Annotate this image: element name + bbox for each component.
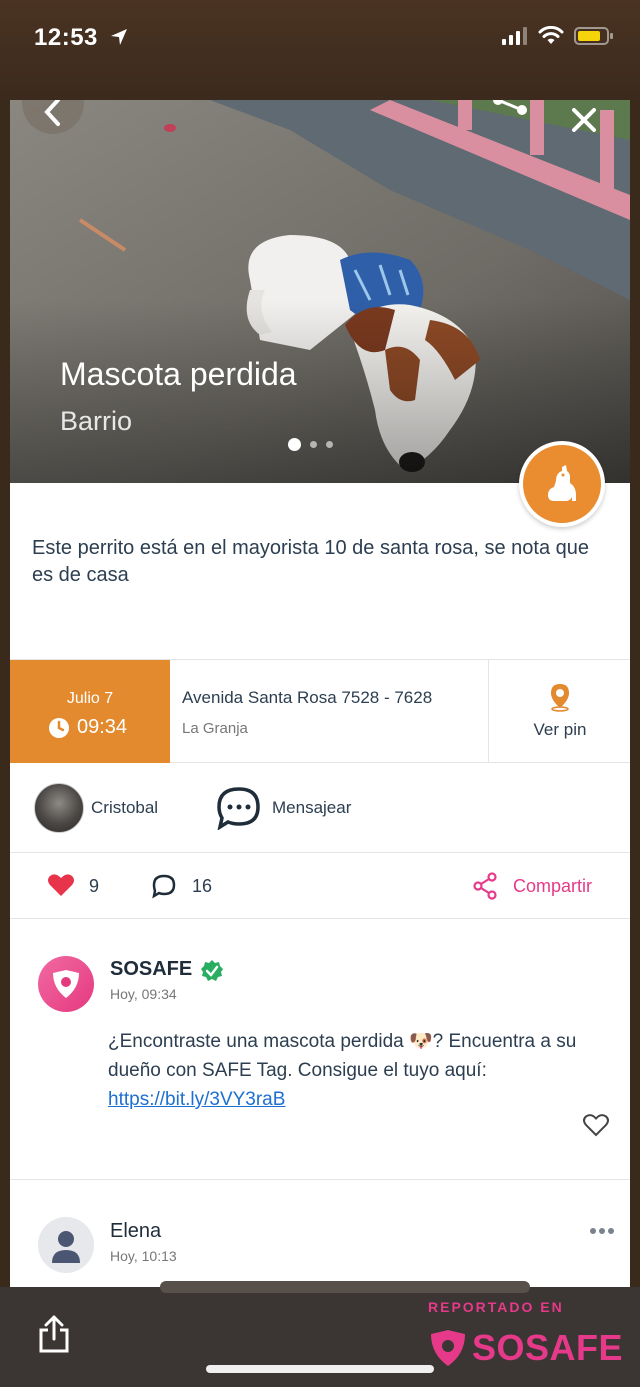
safe-tag-link[interactable]: https://bit.ly/3VY3raB [108, 1089, 285, 1110]
avatar[interactable] [38, 1217, 94, 1273]
comment-text: ¿Encontraste una mascota perdida 🐶? Encu… [108, 1027, 608, 1114]
status-bar: 12:53 [0, 0, 640, 100]
report-comuna: La Granja [182, 720, 248, 737]
carousel-dot-2[interactable] [310, 441, 317, 448]
reporter-row: Cristobal Mensajear [10, 763, 630, 853]
bottom-bar: REPORTADO EN SOSAFE [0, 1281, 640, 1387]
battery-icon [574, 27, 613, 45]
wifi-icon [538, 26, 564, 44]
comment-item: SOSAFE Hoy, 09:34 ¿Encontraste una masco… [10, 920, 630, 1180]
reporter-name[interactable]: Cristobal [91, 798, 158, 818]
hero-photo[interactable]: Mascota perdida Barrio [10, 100, 630, 483]
user-placeholder-icon [52, 1231, 80, 1263]
chat-bubble-icon[interactable] [216, 786, 262, 830]
carousel-dots[interactable] [288, 438, 333, 451]
status-time: 12:53 [34, 24, 129, 52]
map-pin-icon [551, 684, 569, 712]
clock-text: 12:53 [34, 24, 98, 51]
report-content: Este perrito está en el mayorista 10 de … [10, 483, 630, 1287]
report-description: Este perrito está en el mayorista 10 de … [32, 537, 589, 586]
avatar[interactable] [38, 956, 94, 1012]
likes-count: 9 [89, 876, 100, 896]
location-arrow-icon [111, 29, 128, 45]
chevron-left-icon [44, 100, 60, 126]
reported-on-label: REPORTADO EN [428, 1299, 564, 1315]
carousel-dot-3[interactable] [326, 441, 333, 448]
share-nodes-icon [493, 100, 527, 115]
comment-author[interactable]: Elena [110, 1220, 161, 1243]
sosafe-shield-icon [53, 970, 79, 998]
hero-subtitle: Barrio [60, 406, 133, 436]
report-time-text: 09:34 [77, 716, 128, 738]
clock-icon [49, 717, 69, 738]
comment-icon[interactable] [151, 873, 177, 899]
view-pin-button[interactable]: Ver pin [488, 660, 630, 763]
close-icon [572, 108, 596, 132]
report-address: Avenida Santa Rosa 7528 - 7628 [182, 688, 433, 707]
verified-badge-icon [201, 960, 223, 981]
stats-row: 9 16 Compartir [10, 853, 630, 919]
comment-body: ¿Encontraste una mascota perdida 🐶? Encu… [108, 1031, 577, 1081]
share-icon[interactable] [472, 872, 498, 900]
comment-time: Hoy, 10:13 [110, 1248, 177, 1264]
hero-title: Mascota perdida [60, 356, 297, 392]
date-box: Julio 7 09:34 [10, 660, 170, 763]
report-time: 09:34 [48, 716, 127, 739]
comments-count: 16 [192, 876, 213, 896]
dog-sitting-icon [548, 465, 576, 501]
more-options-icon[interactable] [590, 1228, 614, 1234]
share-button[interactable]: Compartir [513, 876, 592, 897]
report-info-row: Julio 7 09:34 Avenida Santa Rosa 7528 - … [10, 659, 630, 763]
sosafe-logo: SOSAFE [428, 1327, 623, 1369]
carousel-dot-1[interactable] [288, 438, 301, 451]
comment-author[interactable]: SOSAFE [110, 958, 192, 981]
signal-icon [502, 27, 527, 45]
pet-category-badge [519, 441, 605, 527]
close-button[interactable] [566, 102, 602, 143]
status-icons [502, 26, 614, 46]
message-button[interactable]: Mensajear [272, 798, 351, 818]
share-top-button[interactable] [490, 100, 530, 123]
sosafe-wordmark: SOSAFE [472, 1327, 624, 1368]
sosafe-shield-icon [431, 1330, 465, 1366]
avatar[interactable] [34, 783, 84, 833]
upload-icon[interactable] [38, 1315, 70, 1353]
heart-filled-icon[interactable] [47, 872, 75, 898]
report-date: Julio 7 [66, 690, 114, 707]
back-button[interactable] [22, 100, 84, 134]
home-indicator [206, 1365, 434, 1373]
heart-outline-icon[interactable] [583, 1113, 609, 1137]
comment-item: Elena Hoy, 10:13 [10, 1180, 630, 1287]
view-pin-label: Ver pin [533, 720, 587, 739]
comment-time: Hoy, 09:34 [110, 986, 177, 1002]
